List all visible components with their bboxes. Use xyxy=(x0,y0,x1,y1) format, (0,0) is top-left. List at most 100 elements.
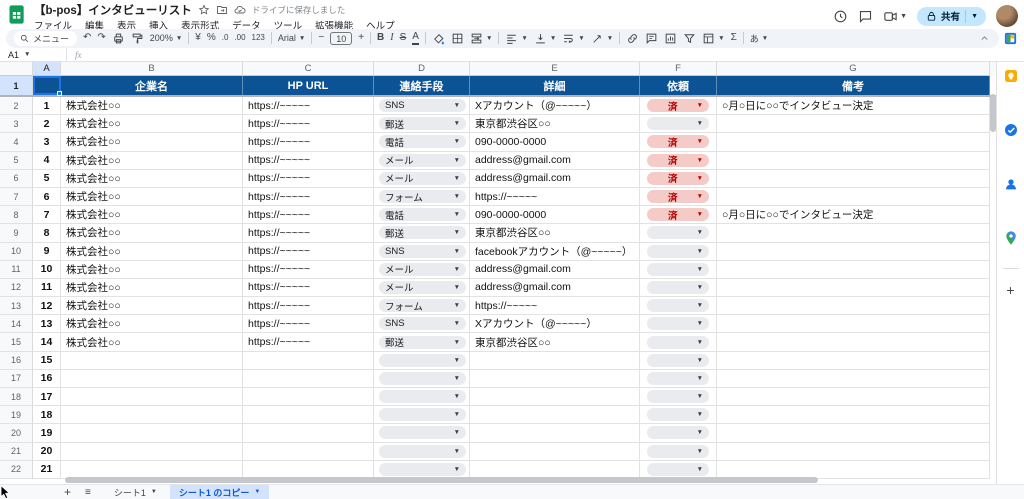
cell-note[interactable] xyxy=(717,442,990,461)
method-dropdown[interactable]: 郵送 ▼ xyxy=(379,117,466,131)
cell-method[interactable]: ▼ xyxy=(374,369,470,388)
row-header[interactable]: 5 xyxy=(0,151,33,170)
italic-button[interactable]: I xyxy=(390,29,393,47)
column-header-d[interactable]: D xyxy=(374,62,470,76)
status-dropdown[interactable]: ▼ xyxy=(647,317,709,331)
join-call-button[interactable]: ▼ xyxy=(883,9,907,24)
status-dropdown[interactable]: ▼ xyxy=(647,408,709,422)
cell-company[interactable]: 株式会社○○ xyxy=(61,97,243,116)
cell-url[interactable] xyxy=(243,351,374,370)
cell-note[interactable] xyxy=(717,315,990,334)
vertical-align-button[interactable]: ▼ xyxy=(534,32,556,45)
cell-url[interactable]: https://~~~~~ xyxy=(243,115,374,134)
horizontal-align-button[interactable]: ▼ xyxy=(505,32,528,45)
cell-status[interactable]: ▼ xyxy=(640,260,717,279)
method-dropdown[interactable]: メール ▼ xyxy=(379,171,466,185)
cell-status[interactable]: 済 ▼ xyxy=(640,97,717,116)
cell-number[interactable]: 12 xyxy=(33,297,61,316)
cell-method[interactable]: ▼ xyxy=(374,351,470,370)
cell-method[interactable]: SNS ▼ xyxy=(374,242,470,261)
bold-button[interactable]: B xyxy=(377,29,384,47)
cell-url[interactable]: https://~~~~~ xyxy=(243,97,374,116)
cell-note[interactable] xyxy=(717,297,990,316)
cell-number[interactable]: 4 xyxy=(33,151,61,170)
cell-method[interactable]: メール ▼ xyxy=(374,151,470,170)
fill-color-button[interactable] xyxy=(432,32,445,45)
cell-method[interactable]: メール ▼ xyxy=(374,260,470,279)
cell-note[interactable] xyxy=(717,333,990,352)
cell-url[interactable]: https://~~~~~ xyxy=(243,187,374,207)
cell-number[interactable]: 2 xyxy=(33,115,61,134)
tasks-icon[interactable] xyxy=(1003,122,1019,138)
increase-decimal-button[interactable]: .00 xyxy=(234,29,245,47)
cell-number[interactable]: 14 xyxy=(33,333,61,352)
cell-note[interactable] xyxy=(717,406,990,425)
cell-detail[interactable]: facebookアカウント（@~~~~~） xyxy=(470,242,640,261)
vertical-scrollbar[interactable] xyxy=(990,94,996,132)
format-percent-button[interactable]: % xyxy=(207,29,216,47)
cell-status[interactable]: ▼ xyxy=(640,115,717,134)
cell-number[interactable]: 20 xyxy=(33,442,61,461)
redo-button[interactable]: ↷ xyxy=(97,29,105,47)
text-wrap-button[interactable]: ▼ xyxy=(562,32,585,45)
header-request[interactable]: 依頼 xyxy=(640,76,717,95)
cell-company[interactable]: 株式会社○○ xyxy=(61,260,243,279)
cell-detail[interactable]: 090-0000-0000 xyxy=(470,206,640,225)
cell-note[interactable] xyxy=(717,424,990,443)
cell-method[interactable]: SNS ▼ xyxy=(374,315,470,334)
cell-note[interactable] xyxy=(717,242,990,261)
input-tools-button[interactable]: あ ▼ xyxy=(750,32,768,45)
method-dropdown[interactable]: メール ▼ xyxy=(379,280,466,294)
method-dropdown[interactable]: SNS ▼ xyxy=(379,317,466,331)
cell-company[interactable]: 株式会社○○ xyxy=(61,206,243,225)
method-dropdown[interactable]: ▼ xyxy=(379,353,466,367)
cell-number[interactable]: 15 xyxy=(33,351,61,370)
undo-button[interactable]: ↶ xyxy=(83,29,91,47)
row-header[interactable]: 6 xyxy=(0,169,33,188)
cell-status[interactable]: ▼ xyxy=(640,424,717,443)
cell-company[interactable]: 株式会社○○ xyxy=(61,278,243,298)
functions-button[interactable]: Σ xyxy=(731,29,737,47)
status-dropdown[interactable]: ▼ xyxy=(647,371,709,385)
cell-company[interactable]: 株式会社○○ xyxy=(61,187,243,207)
selected-cell-a1[interactable] xyxy=(33,76,62,96)
cell-method[interactable]: 郵送 ▼ xyxy=(374,333,470,352)
document-title[interactable]: 【b-pos】インタビューリスト xyxy=(34,2,192,18)
status-dropdown[interactable]: 済 ▼ xyxy=(647,171,709,185)
header-hp-url[interactable]: HP URL xyxy=(243,76,374,95)
horizontal-scrollbar[interactable] xyxy=(65,477,818,483)
sheet-tab-1[interactable]: シート1 のコピー ▼ xyxy=(169,484,270,499)
cell-detail[interactable]: address@gmail.com xyxy=(470,151,640,170)
cell-number[interactable]: 6 xyxy=(33,187,61,207)
cell-detail[interactable] xyxy=(470,406,640,425)
cell-detail[interactable]: Xアカウント（@~~~~~） xyxy=(470,97,640,116)
method-dropdown[interactable]: フォーム ▼ xyxy=(379,299,466,313)
cell-url[interactable]: https://~~~~~ xyxy=(243,315,374,334)
row-header[interactable]: 17 xyxy=(0,369,33,388)
row-header[interactable]: 10 xyxy=(0,242,33,261)
status-dropdown[interactable]: ▼ xyxy=(647,462,709,476)
collapse-toolbar-icon[interactable] xyxy=(978,32,991,45)
cell-status[interactable]: 済 ▼ xyxy=(640,206,717,225)
cell-detail[interactable]: 東京都渋谷区○○ xyxy=(470,115,640,134)
cell-status[interactable]: 済 ▼ xyxy=(640,169,717,188)
cell-note[interactable] xyxy=(717,260,990,279)
cell-url[interactable]: https://~~~~~ xyxy=(243,242,374,261)
cell-company[interactable]: 株式会社○○ xyxy=(61,333,243,352)
status-dropdown[interactable]: ▼ xyxy=(647,244,709,258)
format-currency-button[interactable]: ¥ xyxy=(195,29,201,47)
cell-number[interactable]: 19 xyxy=(33,424,61,443)
keep-icon[interactable] xyxy=(1003,68,1019,84)
header-detail[interactable]: 詳細 xyxy=(470,76,640,95)
number-format-button[interactable]: 123 xyxy=(252,29,265,47)
decrease-decimal-button[interactable]: .0 xyxy=(222,29,229,47)
cell-status[interactable]: 済 ▼ xyxy=(640,151,717,170)
cell-url[interactable] xyxy=(243,388,374,407)
status-dropdown[interactable]: ▼ xyxy=(647,299,709,313)
cell-company[interactable]: 株式会社○○ xyxy=(61,133,243,152)
cell-company[interactable]: 株式会社○○ xyxy=(61,151,243,170)
status-dropdown[interactable]: 済 ▼ xyxy=(647,208,709,222)
cell-status[interactable]: ▼ xyxy=(640,315,717,334)
method-dropdown[interactable]: ▼ xyxy=(379,390,466,404)
contacts-icon[interactable] xyxy=(1003,176,1019,192)
